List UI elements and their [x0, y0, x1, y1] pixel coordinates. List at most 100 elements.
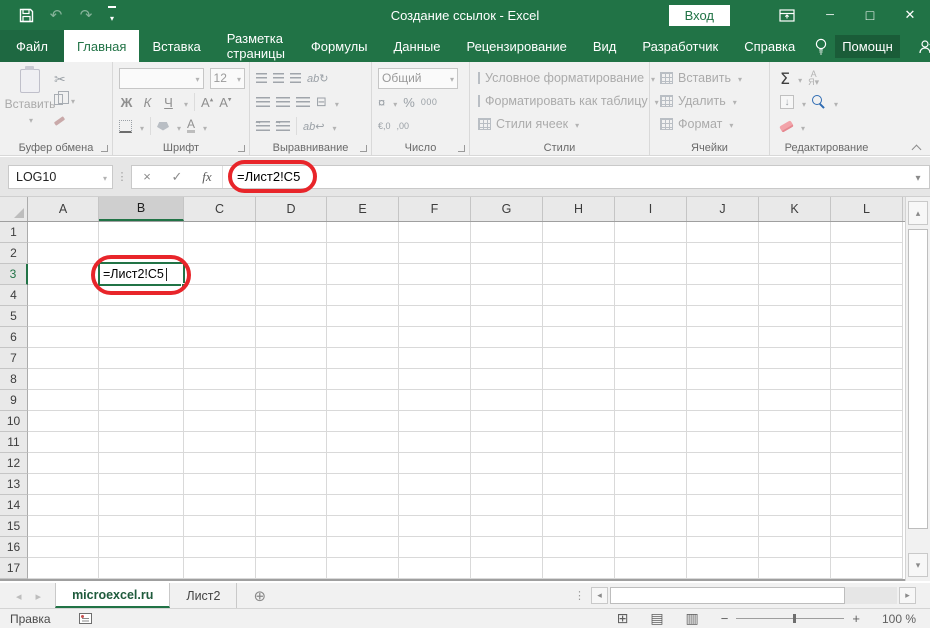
cell-L16[interactable]	[831, 537, 903, 558]
borders-icon[interactable]	[119, 120, 132, 133]
column-header-H[interactable]: H	[543, 197, 615, 221]
cell-A10[interactable]	[28, 411, 99, 432]
horizontal-scroll-thumb[interactable]	[610, 587, 845, 604]
cell-I6[interactable]	[615, 327, 687, 348]
expand-formula-bar-icon[interactable]	[907, 169, 929, 184]
cell-I17[interactable]	[615, 558, 687, 579]
cell-F16[interactable]	[399, 537, 471, 558]
cell-K8[interactable]	[759, 369, 831, 390]
cell-I7[interactable]	[615, 348, 687, 369]
sheet-tab-list2[interactable]: Лист2	[170, 583, 237, 608]
cell-H4[interactable]	[543, 285, 615, 306]
cell-G5[interactable]	[471, 306, 543, 327]
tab-developer[interactable]: Разработчик	[629, 30, 731, 62]
cell-A2[interactable]	[28, 243, 99, 264]
font-size-combo[interactable]: 12	[210, 68, 245, 89]
row-header-15[interactable]: 15	[0, 516, 28, 537]
cell-I16[interactable]	[615, 537, 687, 558]
cell-F8[interactable]	[399, 369, 471, 390]
format-painter-button[interactable]	[54, 111, 75, 127]
row-header-3[interactable]: 3	[0, 264, 28, 285]
cell-J7[interactable]	[687, 348, 759, 369]
cell-B16[interactable]	[99, 537, 184, 558]
vertical-scrollbar[interactable]	[905, 197, 930, 581]
row-header-10[interactable]: 10	[0, 411, 28, 432]
row-header-12[interactable]: 12	[0, 453, 28, 474]
cut-button[interactable]	[54, 71, 75, 87]
cell-E10[interactable]	[327, 411, 399, 432]
cell-I5[interactable]	[615, 306, 687, 327]
cell-K1[interactable]	[759, 222, 831, 243]
sheetbar-resize-dots[interactable]	[574, 583, 585, 608]
cell-K10[interactable]	[759, 411, 831, 432]
cell-A13[interactable]	[28, 474, 99, 495]
scroll-left-icon[interactable]	[591, 587, 608, 604]
cell-B13[interactable]	[99, 474, 184, 495]
next-sheet-icon[interactable]	[36, 589, 42, 603]
cell-J10[interactable]	[687, 411, 759, 432]
cell-G11[interactable]	[471, 432, 543, 453]
cell-D2[interactable]	[256, 243, 327, 264]
align-bottom-icon[interactable]	[290, 73, 301, 83]
percent-button[interactable]: %	[403, 95, 415, 110]
wrap-text-icon[interactable]: ab↩	[303, 120, 324, 133]
cell-K7[interactable]	[759, 348, 831, 369]
decrease-font-button[interactable]: А▾	[219, 95, 231, 110]
cell-I14[interactable]	[615, 495, 687, 516]
merge-center-icon[interactable]	[316, 94, 327, 110]
sheet-tab-microexcel[interactable]: microexcel.ru	[55, 583, 170, 608]
cell-J5[interactable]	[687, 306, 759, 327]
paste-button[interactable]: Вставить	[6, 69, 54, 139]
cell-J13[interactable]	[687, 474, 759, 495]
fill-handle[interactable]	[181, 283, 186, 288]
cell-B1[interactable]	[99, 222, 184, 243]
cell-A15[interactable]	[28, 516, 99, 537]
cell-F13[interactable]	[399, 474, 471, 495]
clipboard-dialog-launcher-icon[interactable]	[101, 145, 108, 152]
cell-K14[interactable]	[759, 495, 831, 516]
tab-data[interactable]: Данные	[381, 30, 454, 62]
cell-J6[interactable]	[687, 327, 759, 348]
column-header-C[interactable]: C	[184, 197, 256, 221]
cell-C1[interactable]	[184, 222, 256, 243]
cell-A11[interactable]	[28, 432, 99, 453]
cell-D16[interactable]	[256, 537, 327, 558]
cell-I1[interactable]	[615, 222, 687, 243]
clear-icon[interactable]	[779, 120, 794, 133]
format-cells-button[interactable]: Формат	[660, 112, 765, 135]
row-header-2[interactable]: 2	[0, 243, 28, 264]
cell-I11[interactable]	[615, 432, 687, 453]
fill-color-icon[interactable]	[157, 122, 169, 131]
tab-formulas[interactable]: Формулы	[298, 30, 381, 62]
cell-H11[interactable]	[543, 432, 615, 453]
cell-K5[interactable]	[759, 306, 831, 327]
share-button[interactable]: Общий доступ	[918, 30, 930, 62]
cell-C7[interactable]	[184, 348, 256, 369]
cell-F1[interactable]	[399, 222, 471, 243]
cell-C12[interactable]	[184, 453, 256, 474]
cell-J14[interactable]	[687, 495, 759, 516]
cell-J11[interactable]	[687, 432, 759, 453]
cell-K2[interactable]	[759, 243, 831, 264]
insert-function-icon[interactable]: fx	[192, 169, 222, 185]
cell-G4[interactable]	[471, 285, 543, 306]
cell-D14[interactable]	[256, 495, 327, 516]
column-header-K[interactable]: K	[759, 197, 831, 221]
cell-A8[interactable]	[28, 369, 99, 390]
ribbon-display-options-icon[interactable]	[764, 0, 810, 30]
cell-G12[interactable]	[471, 453, 543, 474]
cell-L6[interactable]	[831, 327, 903, 348]
row-header-16[interactable]: 16	[0, 537, 28, 558]
horizontal-scroll-track[interactable]	[610, 587, 897, 604]
cell-L8[interactable]	[831, 369, 903, 390]
cell-A5[interactable]	[28, 306, 99, 327]
sign-in-button[interactable]: Вход	[669, 5, 730, 26]
cell-K11[interactable]	[759, 432, 831, 453]
cell-F7[interactable]	[399, 348, 471, 369]
horizontal-scrollbar[interactable]	[585, 583, 930, 608]
cell-J16[interactable]	[687, 537, 759, 558]
normal-view-icon[interactable]	[617, 610, 629, 627]
cell-C14[interactable]	[184, 495, 256, 516]
cell-B9[interactable]	[99, 390, 184, 411]
column-header-B[interactable]: B	[99, 197, 184, 221]
